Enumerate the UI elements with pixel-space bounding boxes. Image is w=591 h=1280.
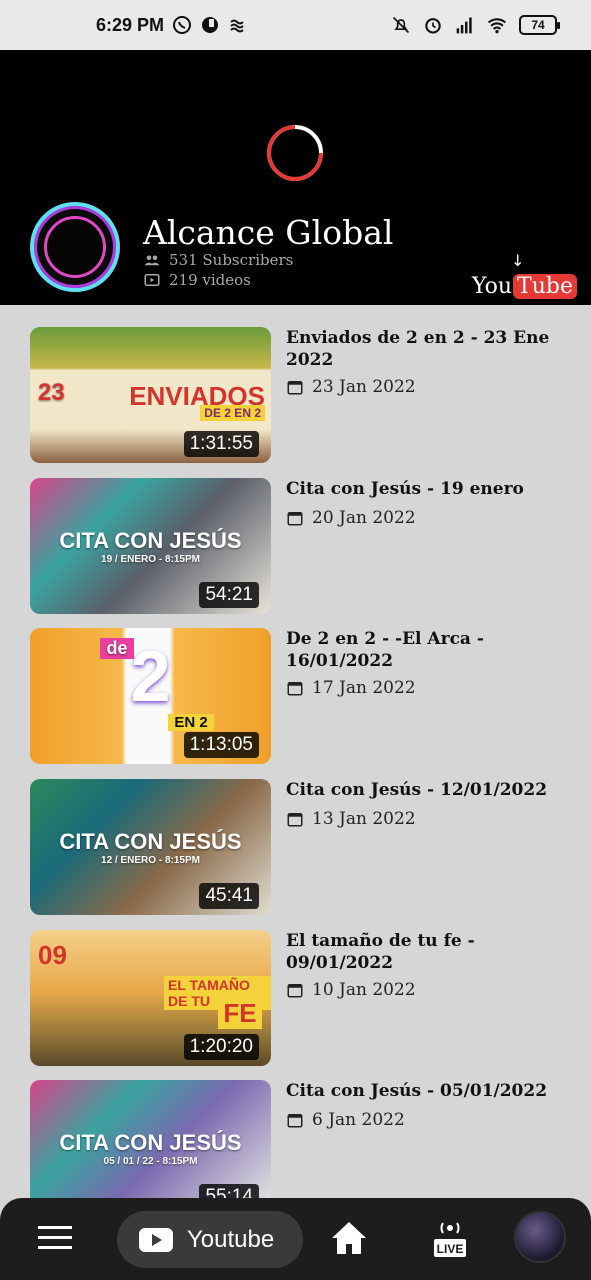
whatsapp-icon [173,16,192,34]
live-icon[interactable]: LIVE [432,1220,468,1260]
video-item[interactable]: CITA CON JESÚS 19 / ENERO - 8:15PM 54:21… [30,478,570,614]
channel-avatar[interactable] [30,202,120,292]
video-thumbnail[interactable]: de 2 EN 2 1:13:05 [30,628,271,764]
subscribers-label: 531 Subscribers [169,251,294,269]
video-duration: 1:20:20 [183,1034,259,1060]
calendar-icon [287,381,303,395]
video-item[interactable]: CITA CON JESÚS 05 / 01 / 22 - 8:15PM 55:… [30,1080,570,1200]
video-duration: 1:31:55 [183,431,259,457]
video-icon [144,274,160,286]
video-title[interactable]: Cita con Jesús - 19 enero [286,478,556,500]
video-thumbnail[interactable]: CITA CON JESÚS 19 / ENERO - 8:15PM 54:21 [30,478,271,614]
video-duration: 1:13:05 [183,732,259,758]
people-icon [144,255,160,266]
video-title[interactable]: Cita con Jesús - 12/01/2022 [286,779,556,801]
video-list[interactable]: 23 ENVIADOS DE 2 EN 2 1:31:55 Enviados d… [0,305,591,1200]
youtube-logo[interactable]: You Tube [472,274,577,299]
youtube-tab[interactable]: Youtube [117,1211,303,1268]
video-count: 219 videos [143,271,251,289]
home-icon[interactable] [330,1220,368,1256]
status-bar: 6:29 PM 74 [0,0,591,50]
video-date: 13 Jan 2022 [286,809,416,829]
bottom-nav: Youtube LIVE [0,1198,591,1280]
channel-title: Alcance Global [143,213,394,252]
youtube-play-icon [139,1227,173,1252]
video-duration: 45:41 [199,883,259,909]
calendar-icon [287,512,303,526]
signal-icon [456,17,472,34]
battery-level: 74 [531,18,545,32]
video-thumbnail[interactable]: CITA CON JESÚS 12 / ENERO - 8:15PM 45:41 [30,779,271,915]
svg-text:LIVE: LIVE [437,1242,464,1256]
video-thumbnail[interactable]: 09 EL TAMAÑO DE TU FE 1:20:20 [30,930,271,1066]
subscriber-count: 531 Subscribers [143,251,293,269]
video-date: 20 Jan 2022 [286,508,416,528]
calendar-icon [287,1114,303,1128]
calendar-icon [287,813,303,827]
calendar-icon [287,682,303,696]
video-item[interactable]: 09 EL TAMAÑO DE TU FE 1:20:20 El tamaño … [30,930,570,1066]
video-date: 10 Jan 2022 [286,980,416,1000]
video-title[interactable]: De 2 en 2 - -El Arca - 16/01/2022 [286,628,556,672]
channel-header: Alcance Global 531 Subscribers 219 video… [0,50,591,305]
wifi-icon [487,18,507,34]
loading-spinner-icon [267,125,323,181]
video-title[interactable]: Cita con Jesús - 05/01/2022 [286,1080,556,1102]
download-arrow-icon[interactable]: ↓ [511,251,524,270]
wave-icon [230,19,244,33]
menu-icon[interactable] [38,1224,72,1252]
mute-icon [392,16,410,34]
battery-icon: 74 [519,15,560,35]
video-item[interactable]: 23 ENVIADOS DE 2 EN 2 1:31:55 Enviados d… [30,327,570,463]
status-time: 6:29 PM [96,14,165,35]
video-title[interactable]: Enviados de 2 en 2 - 23 Ene 2022 [286,327,556,371]
videos-label: 219 videos [169,271,251,289]
video-thumbnail[interactable]: 23 ENVIADOS DE 2 EN 2 1:31:55 [30,327,271,463]
app-icon [202,17,219,33]
profile-avatar[interactable] [514,1211,566,1263]
video-date: 6 Jan 2022 [286,1110,405,1130]
video-date: 23 Jan 2022 [286,377,416,397]
calendar-icon [287,984,303,998]
video-thumbnail[interactable]: CITA CON JESÚS 05 / 01 / 22 - 8:15PM 55:… [30,1080,271,1200]
youtube-tab-label: Youtube [187,1225,275,1253]
video-title[interactable]: El tamaño de tu fe - 09/01/2022 [286,930,556,974]
video-item[interactable]: de 2 EN 2 1:13:05 De 2 en 2 - -El Arca -… [30,628,570,764]
alarm-icon [425,18,441,34]
video-item[interactable]: CITA CON JESÚS 12 / ENERO - 8:15PM 45:41… [30,779,570,915]
video-duration: 54:21 [199,582,259,608]
video-date: 17 Jan 2022 [286,678,416,698]
